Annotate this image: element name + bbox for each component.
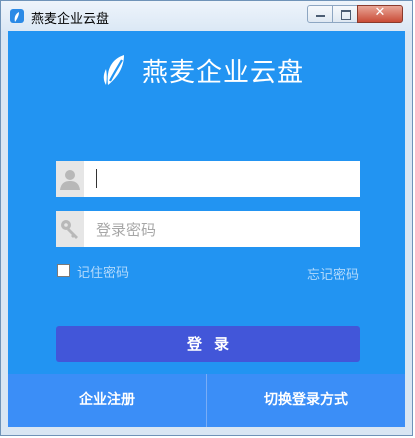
title-bar[interactable]: 燕麦企业云盘 ✕ xyxy=(1,1,412,31)
app-icon xyxy=(10,9,24,23)
close-icon: ✕ xyxy=(374,5,386,20)
app-window: 燕麦企业云盘 ✕ 燕麦企业云盘 记住密码 忘记密码 登录 企业注册 切换登录方式 xyxy=(0,0,413,436)
leaf-icon xyxy=(103,55,124,85)
text-cursor xyxy=(96,169,97,188)
remember-label: 记住密码 xyxy=(77,266,130,281)
window-title: 燕麦企业云盘 xyxy=(31,12,110,27)
footer-bar: 企业注册 切换登录方式 xyxy=(8,374,405,427)
minimize-button[interactable] xyxy=(307,5,333,23)
forgot-password-link[interactable]: 忘记密码 xyxy=(307,264,359,283)
maximize-icon xyxy=(341,10,351,20)
password-field[interactable] xyxy=(56,211,360,247)
maximize-button[interactable] xyxy=(332,5,358,23)
login-panel: 燕麦企业云盘 记住密码 忘记密码 登录 xyxy=(8,31,405,374)
key-icon xyxy=(56,211,84,247)
remember-checkbox[interactable] xyxy=(57,264,70,277)
close-button[interactable]: ✕ xyxy=(357,5,403,23)
password-input[interactable] xyxy=(94,217,354,243)
login-button[interactable]: 登录 xyxy=(56,326,360,362)
username-input[interactable] xyxy=(94,167,354,193)
register-button[interactable]: 企业注册 xyxy=(8,374,206,427)
user-icon xyxy=(56,161,84,197)
switch-login-method-button[interactable]: 切换登录方式 xyxy=(207,374,405,427)
brand-name: 燕麦企业云盘 xyxy=(142,58,305,88)
minimize-icon xyxy=(316,15,325,17)
username-field[interactable] xyxy=(56,161,360,197)
